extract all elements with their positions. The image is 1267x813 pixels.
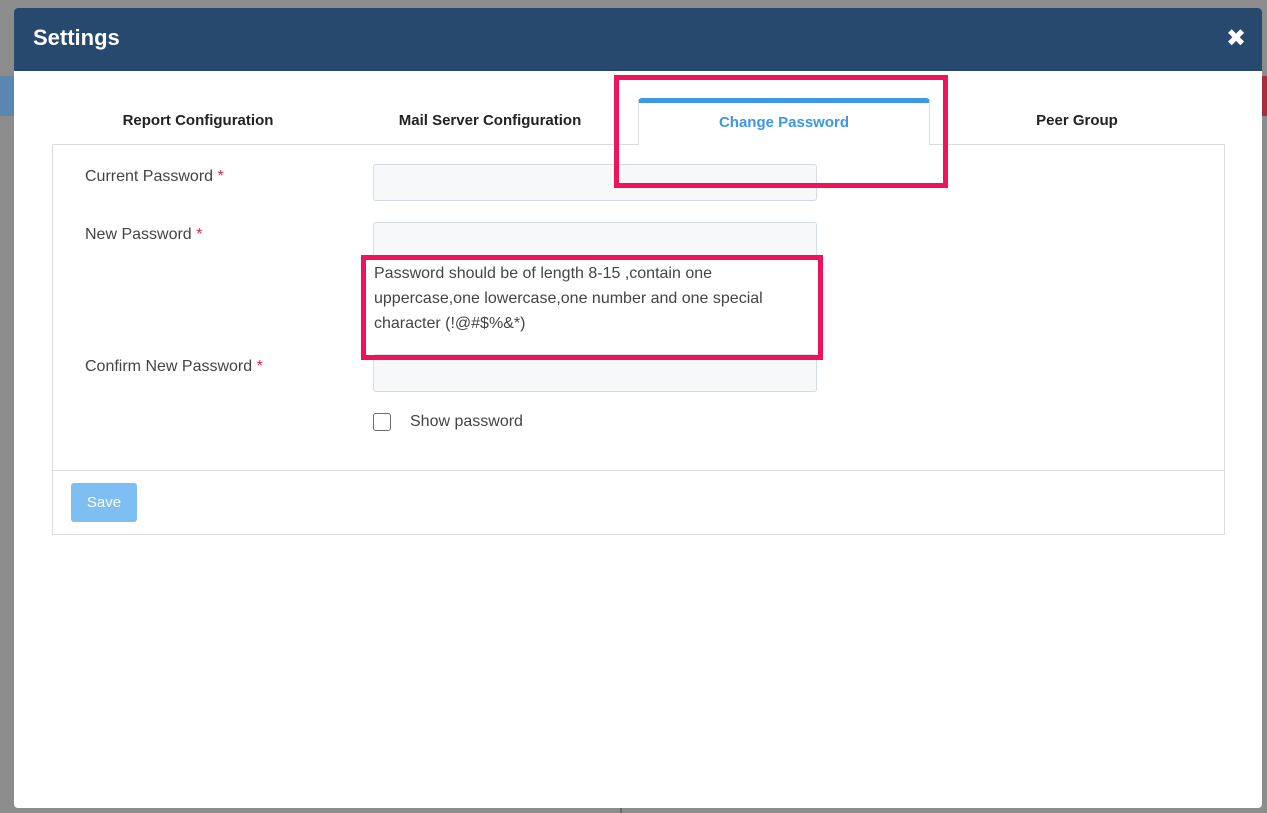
- save-button[interactable]: Save: [71, 483, 137, 522]
- confirm-password-input[interactable]: [373, 354, 817, 392]
- current-password-label-text: Current Password: [85, 168, 214, 185]
- current-password-label: Current Password *: [85, 168, 224, 186]
- modal-title: Settings: [33, 25, 120, 50]
- new-password-label-text: New Password: [85, 226, 192, 243]
- required-mark: *: [217, 168, 224, 185]
- password-hint: Password should be of length 8-15 ,conta…: [374, 265, 763, 332]
- tab-mail-server-configuration[interactable]: Mail Server Configuration: [344, 98, 636, 144]
- settings-modal: Settings ✖ Report Configuration Mail Ser…: [14, 8, 1262, 808]
- current-password-input[interactable]: [373, 164, 817, 201]
- required-mark: *: [256, 358, 263, 375]
- show-password-label[interactable]: Show password: [410, 413, 523, 431]
- background-page-fragment: [620, 808, 622, 813]
- new-password-label: New Password *: [85, 226, 202, 244]
- modal-header: Settings ✖: [14, 8, 1262, 71]
- change-password-panel: Current Password * New Password * Passwo…: [52, 144, 1225, 535]
- show-password-checkbox[interactable]: [373, 413, 391, 431]
- required-mark: *: [196, 226, 203, 243]
- tab-report-configuration[interactable]: Report Configuration: [52, 98, 344, 144]
- confirm-password-label: Confirm New Password *: [85, 358, 263, 376]
- background-page-fragment: [0, 76, 14, 116]
- tab-change-password[interactable]: Change Password: [638, 98, 930, 145]
- panel-divider: [53, 470, 1224, 471]
- confirm-password-label-text: Confirm New Password: [85, 358, 253, 375]
- new-password-input[interactable]: [373, 222, 817, 259]
- close-icon[interactable]: ✖: [1224, 24, 1248, 52]
- tab-peer-group[interactable]: Peer Group: [930, 98, 1224, 144]
- settings-tabs: Report Configuration Mail Server Configu…: [52, 98, 1224, 145]
